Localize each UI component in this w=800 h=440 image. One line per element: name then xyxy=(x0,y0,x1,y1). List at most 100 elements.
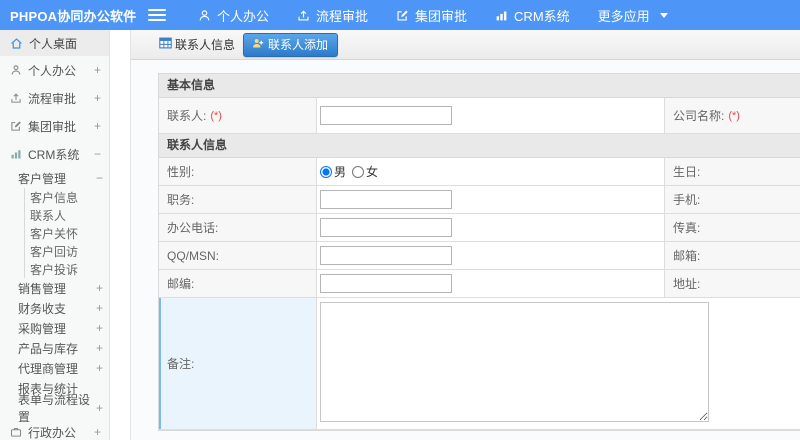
sidebar-item-label: 客户信息 xyxy=(30,190,79,205)
nav-group-approval[interactable]: 集团审批 xyxy=(382,0,481,30)
customer-management-submenu: 客户信息 联系人 客户关怀 客户回访 客户投诉 xyxy=(24,188,109,278)
expand-toggle[interactable]: + xyxy=(96,321,103,335)
briefcase-icon xyxy=(10,426,22,438)
zip-input[interactable] xyxy=(320,274,452,293)
expand-toggle[interactable]: + xyxy=(94,63,101,77)
sidebar-item-customer-info[interactable]: 客户信息 xyxy=(25,188,109,206)
sidebar-item-label: 采购管理 xyxy=(18,321,67,336)
nav-label: CRM系统 xyxy=(514,8,570,24)
nav-workflow-approval[interactable]: 流程审批 xyxy=(283,0,382,30)
sidebar-item-form-workflow-settings[interactable]: 表单与流程设置 + xyxy=(0,393,109,424)
sidebar-item-purchasing[interactable]: 采购管理 + xyxy=(0,318,109,338)
tab-contact-list[interactable]: 联系人信息 xyxy=(159,36,235,53)
expand-toggle[interactable]: + xyxy=(96,401,103,415)
expand-toggle[interactable]: + xyxy=(96,361,103,375)
edit-icon xyxy=(10,120,22,132)
add-contact-icon xyxy=(251,37,264,52)
collapse-toggle[interactable]: − xyxy=(96,171,103,185)
sidebar-item-customer-callback[interactable]: 客户回访 xyxy=(25,242,109,260)
gender-option-male[interactable]: 男 xyxy=(320,163,346,180)
sidebar-item-customer-complaint[interactable]: 客户投诉 xyxy=(25,260,109,278)
sidebar-item-label: 财务收支 xyxy=(18,301,67,316)
form-row-zip: 邮编: 地址: xyxy=(159,270,800,298)
sidebar-item-crm-system[interactable]: CRM系统 − xyxy=(0,140,109,168)
sidebar-item-label: CRM系统 xyxy=(28,147,80,162)
job-title-input[interactable] xyxy=(320,190,452,209)
workflow-icon xyxy=(10,92,22,104)
remark-label: 备注: xyxy=(159,298,317,429)
table-icon xyxy=(159,37,172,52)
gender-option-female[interactable]: 女 xyxy=(352,163,378,180)
form-row-qq-msn: QQ/MSN: 邮箱: xyxy=(159,242,800,270)
sidebar-item-agent-management[interactable]: 代理商管理 + xyxy=(0,358,109,378)
address-label: 地址: xyxy=(665,270,800,297)
sidebar-item-finance[interactable]: 财务收支 + xyxy=(0,298,109,318)
sidebar-item-personal-office[interactable]: 个人办公 + xyxy=(0,56,109,84)
qq-msn-cell xyxy=(317,242,665,269)
top-nav: 个人办公 流程审批 集团审批 CRM系统 更多应用 xyxy=(184,0,682,30)
nav-personal-office[interactable]: 个人办公 xyxy=(184,0,283,30)
office-phone-input[interactable] xyxy=(320,218,452,237)
gender-radio-female[interactable] xyxy=(352,165,365,178)
edit-icon xyxy=(396,9,409,22)
sidebar-item-label: 客户关怀 xyxy=(30,226,79,241)
expand-toggle[interactable]: + xyxy=(94,425,101,439)
sidebar-item-label: 产品与库存 xyxy=(18,341,79,356)
sidebar-item-label: 销售管理 xyxy=(18,281,67,296)
user-icon xyxy=(10,64,22,76)
sidebar-item-label: 联系人 xyxy=(30,208,67,223)
required-marker: (*) xyxy=(210,109,222,122)
sidebar-item-label: 个人办公 xyxy=(28,63,77,78)
form-row-contact: 联系人: (*) 公司名称: (*) xyxy=(159,98,800,134)
sidebar-item-label: 客户管理 xyxy=(18,171,67,186)
sidebar-item-contacts[interactable]: 联系人 xyxy=(25,206,109,224)
caret-down-icon xyxy=(659,12,668,18)
contact-name-cell xyxy=(317,98,665,133)
tab-contact-add[interactable]: 联系人添加 xyxy=(243,32,339,57)
section-header-basic-info: 基本信息 xyxy=(159,74,800,98)
section-header-contact-info: 联系人信息 xyxy=(159,134,800,158)
office-phone-cell xyxy=(317,214,665,241)
user-icon xyxy=(198,9,211,22)
workflow-icon xyxy=(297,9,310,22)
content-panel: 联系人信息 联系人添加 基本信息 联系人: (*) 公司名称: (*) 联系人信… xyxy=(130,30,800,440)
sidebar-item-customer-care[interactable]: 客户关怀 xyxy=(25,224,109,242)
sidebar-item-label: 集团审批 xyxy=(28,119,77,134)
sidebar-item-desktop[interactable]: 个人桌面 xyxy=(0,30,109,56)
expand-toggle[interactable]: + xyxy=(96,301,103,315)
collapse-toggle[interactable]: − xyxy=(94,147,101,161)
sidebar-item-group-approval[interactable]: 集团审批 + xyxy=(0,112,109,140)
expand-toggle[interactable]: + xyxy=(94,119,101,133)
bar-chart-icon xyxy=(10,148,22,160)
fax-label: 传真: xyxy=(665,214,800,241)
mobile-label: 手机: xyxy=(665,186,800,213)
sidebar-item-label: 流程审批 xyxy=(28,91,77,106)
menu-toggle-icon[interactable] xyxy=(148,9,166,21)
form-row-office-phone: 办公电话: 传真: xyxy=(159,214,800,242)
contact-add-form: 基本信息 联系人: (*) 公司名称: (*) 联系人信息 性别: 男 女 生日… xyxy=(158,73,800,431)
job-title-label: 职务: xyxy=(159,186,317,213)
expand-toggle[interactable]: + xyxy=(96,341,103,355)
email-label: 邮箱: xyxy=(665,242,800,269)
job-title-cell xyxy=(317,186,665,213)
expand-toggle[interactable]: + xyxy=(96,281,103,295)
gender-cell: 男 女 xyxy=(317,158,665,185)
qq-msn-input[interactable] xyxy=(320,246,452,265)
sidebar-item-sales-management[interactable]: 销售管理 + xyxy=(0,278,109,298)
sidebar-item-products-inventory[interactable]: 产品与库存 + xyxy=(0,338,109,358)
expand-toggle[interactable]: + xyxy=(94,91,101,105)
sidebar-item-workflow-approval[interactable]: 流程审批 + xyxy=(0,84,109,112)
contact-name-input[interactable] xyxy=(320,106,452,125)
gender-radio-male[interactable] xyxy=(320,165,332,178)
nav-label: 更多应用 xyxy=(597,8,650,24)
sidebar-item-customer-management[interactable]: 客户管理 − xyxy=(0,168,109,188)
company-name-label: 公司名称: (*) xyxy=(665,98,800,133)
remark-textarea[interactable] xyxy=(320,302,709,422)
nav-crm-system[interactable]: CRM系统 xyxy=(481,0,584,30)
nav-more-apps[interactable]: 更多应用 xyxy=(584,0,682,30)
tab-bar: 联系人信息 联系人添加 xyxy=(131,30,800,60)
sidebar-item-label: 个人桌面 xyxy=(29,36,78,51)
form-row-remark: 备注: xyxy=(159,298,800,430)
qq-msn-label: QQ/MSN: xyxy=(159,242,317,269)
contact-name-label: 联系人: (*) xyxy=(159,98,317,133)
